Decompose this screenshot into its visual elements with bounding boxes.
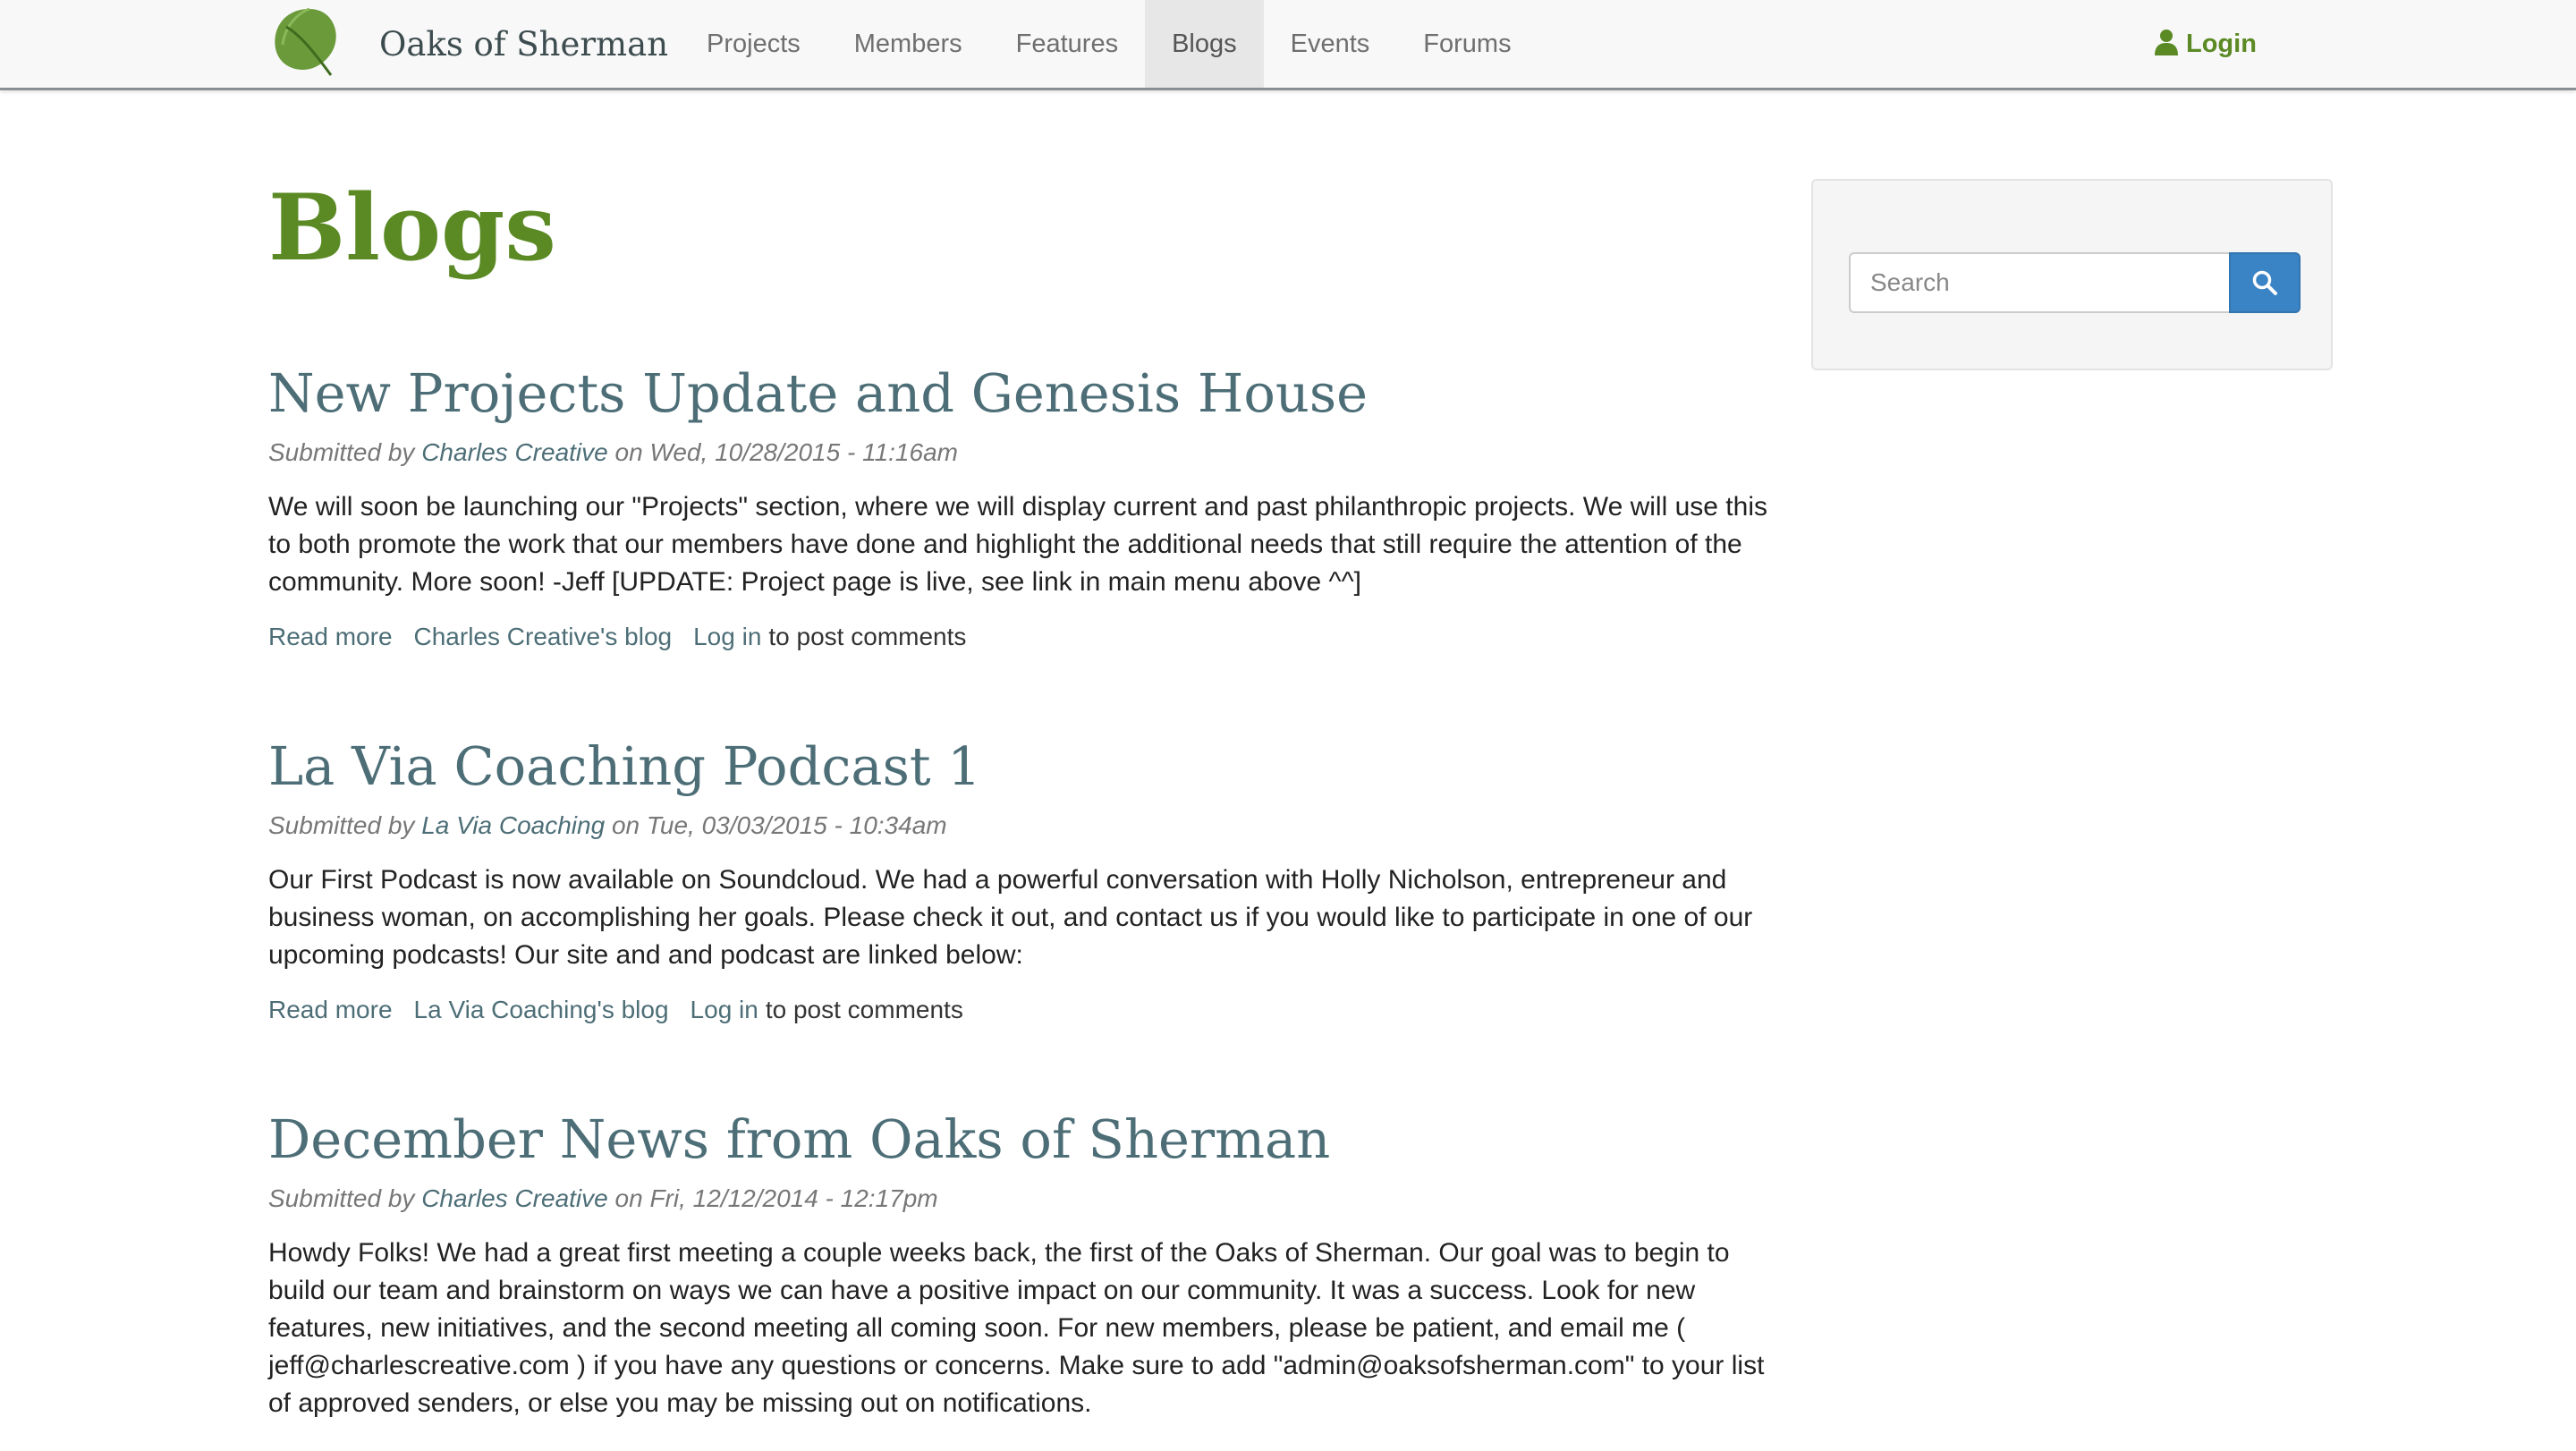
post-body: Our First Podcast is now available on So… bbox=[268, 865, 1753, 970]
post-date: on Fri, 12/12/2014 - 12:17pm bbox=[607, 1184, 938, 1212]
menu-item-projects[interactable]: Projects bbox=[680, 0, 827, 88]
navbar-inner: Oaks of Sherman Projects Members Feature… bbox=[268, 0, 2308, 88]
site-brand[interactable]: Oaks of Sherman bbox=[379, 21, 668, 68]
menu-item-features[interactable]: Features bbox=[989, 0, 1145, 88]
post-date: on Tue, 03/03/2015 - 10:34am bbox=[605, 811, 947, 839]
post-date: on Wed, 10/28/2015 - 11:16am bbox=[607, 438, 958, 466]
blog-post: New Projects Update and Genesis House Su… bbox=[268, 358, 1789, 655]
submitted-prefix: Submitted by bbox=[268, 438, 422, 466]
top-navbar: Oaks of Sherman Projects Members Feature… bbox=[0, 0, 2576, 90]
post-submitted: Submitted by Charles Creative on Fri, 12… bbox=[268, 1181, 1789, 1217]
post-body: Howdy Folks! We had a great first meetin… bbox=[268, 1238, 1765, 1418]
login-link[interactable]: Login bbox=[2154, 0, 2257, 88]
submitted-prefix: Submitted by bbox=[268, 1184, 422, 1212]
comment-login-link[interactable]: Log in bbox=[693, 623, 761, 650]
post-links: Read more La Via Coaching's blog Log in to … bbox=[268, 992, 1789, 1028]
menu-item-members[interactable]: Members bbox=[827, 0, 989, 88]
post-links: Read more Charles Creative's blog Log in to… bbox=[268, 619, 1789, 655]
author-blog-link[interactable]: Charles Creative's blog bbox=[414, 623, 673, 650]
blog-post: La Via Coaching Podcast 1 Submitted by L… bbox=[268, 731, 1789, 1028]
post-body: We will soon be launching our "Projects"… bbox=[268, 492, 1767, 597]
menu-item-forums[interactable]: Forums bbox=[1396, 0, 1538, 88]
search-button[interactable] bbox=[2229, 252, 2301, 313]
search-icon bbox=[2252, 270, 2277, 295]
post-author-link[interactable]: La Via Coaching bbox=[421, 811, 605, 839]
blog-post: December News from Oaks of Sherman Submi… bbox=[268, 1104, 1789, 1422]
menu-item-blogs[interactable]: Blogs bbox=[1145, 0, 1264, 88]
comments-suffix: to post comments bbox=[765, 996, 963, 1023]
search-input[interactable] bbox=[1849, 252, 2229, 313]
submitted-prefix: Submitted by bbox=[268, 811, 422, 839]
post-author-link[interactable]: Charles Creative bbox=[421, 438, 608, 466]
login-label: Login bbox=[2186, 30, 2257, 58]
post-submitted: Submitted by La Via Coaching on Tue, 03/… bbox=[268, 808, 1789, 844]
page-title: Blogs bbox=[268, 174, 556, 282]
post-title[interactable]: December News from Oaks of Sherman bbox=[268, 1104, 1789, 1175]
search-form bbox=[1849, 252, 2301, 313]
main-menu: Projects Members Features Blogs Events F… bbox=[680, 0, 1538, 88]
menu-item-events[interactable]: Events bbox=[1264, 0, 1397, 88]
post-submitted: Submitted by Charles Creative on Wed, 10… bbox=[268, 435, 1789, 471]
post-title[interactable]: La Via Coaching Podcast 1 bbox=[268, 731, 1789, 802]
leaf-icon[interactable] bbox=[268, 4, 345, 79]
comments-suffix: to post comments bbox=[768, 623, 967, 650]
user-icon bbox=[2155, 30, 2178, 55]
post-title[interactable]: New Projects Update and Genesis House bbox=[268, 358, 1789, 429]
read-more-link[interactable]: Read more bbox=[268, 623, 393, 650]
sidebar-search-block bbox=[1811, 179, 2333, 370]
author-blog-link[interactable]: La Via Coaching's blog bbox=[414, 996, 669, 1023]
comment-login-link[interactable]: Log in bbox=[691, 996, 758, 1023]
post-author-link[interactable]: Charles Creative bbox=[421, 1184, 608, 1212]
read-more-link[interactable]: Read more bbox=[268, 996, 393, 1023]
